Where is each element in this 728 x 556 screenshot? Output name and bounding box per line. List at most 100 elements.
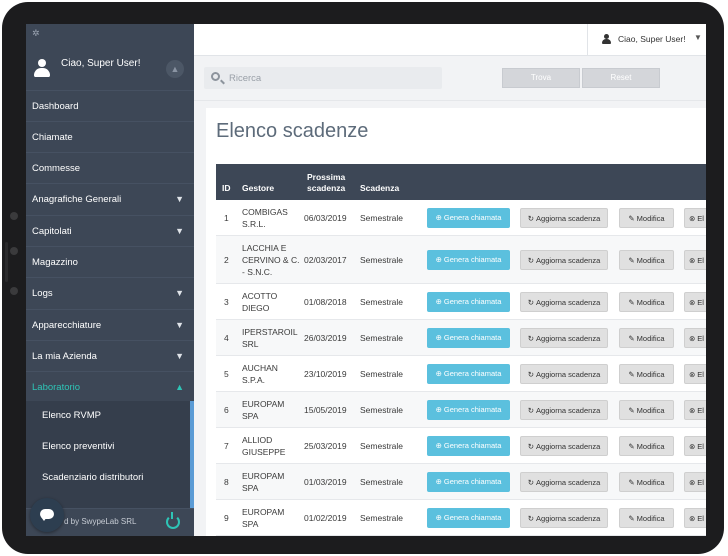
sidebar-item-anagrafiche-generali[interactable]: Anagrafiche Generali ▼ — [26, 183, 194, 214]
refresh-icon: ↻ — [527, 214, 535, 223]
generate-call-button[interactable]: ⊕ Genera chiamata — [427, 328, 510, 348]
sidebar-item-logs[interactable]: Logs ▼ — [26, 277, 194, 308]
sidebar-item-commesse[interactable]: Commesse — [26, 152, 194, 183]
generate-call-button-label: Genera chiamata — [443, 513, 502, 522]
sidebar-item-apparecchiature[interactable]: Apparecchiature ▼ — [26, 309, 194, 340]
chevron-down-icon: ▼ — [175, 351, 184, 361]
edit-button[interactable]: ✎ Modifica — [619, 400, 674, 420]
sidebar-item-label: Commesse — [32, 163, 81, 174]
sidebar-item-elenco-rvmp[interactable]: Elenco RVMP — [26, 401, 194, 431]
camera-dot — [10, 247, 18, 255]
edit-button[interactable]: ✎ Modifica — [619, 364, 674, 384]
generate-call-button[interactable]: ⊕ Genera chiamata — [427, 208, 510, 228]
delete-button[interactable]: ⊗ El — [684, 400, 706, 420]
table-header: ID Gestore Prossima scadenza Scadenza — [216, 164, 706, 200]
power-icon[interactable] — [166, 512, 180, 529]
delete-button[interactable]: ⊗ El — [684, 208, 706, 228]
edit-button[interactable]: ✎ Modifica — [619, 508, 674, 528]
update-deadline-button[interactable]: ↻ Aggiorna scadenza — [520, 508, 608, 528]
edit-button[interactable]: ✎ Modifica — [619, 208, 674, 228]
find-button[interactable]: Trova — [502, 68, 580, 88]
delete-button[interactable]: ⊗ El — [684, 472, 706, 492]
cell-id: 1 — [224, 213, 229, 223]
update-deadline-button[interactable]: ↻ Aggiorna scadenza — [520, 364, 608, 384]
edit-button[interactable]: ✎ Modifica — [619, 472, 674, 492]
generate-call-button[interactable]: ⊕ Genera chiamata — [427, 508, 510, 528]
update-deadline-button[interactable]: ↻ Aggiorna scadenza — [520, 328, 608, 348]
sidebar-greeting: Ciao, Super User! — [61, 58, 141, 69]
update-deadline-button-label: Aggiorna scadenza — [536, 514, 601, 523]
update-deadline-button[interactable]: ↻ Aggiorna scadenza — [520, 250, 608, 270]
cell-id: 6 — [224, 405, 229, 415]
sidebar-item-magazzino[interactable]: Magazzino — [26, 246, 194, 277]
generate-call-button[interactable]: ⊕ Genera chiamata — [427, 436, 510, 456]
chevron-down-icon: ▼ — [694, 33, 702, 42]
update-deadline-button[interactable]: ↻ Aggiorna scadenza — [520, 436, 608, 456]
cell-prossima-scadenza: 01/03/2019 — [304, 477, 347, 487]
generate-call-button[interactable]: ⊕ Genera chiamata — [427, 364, 510, 384]
sidebar-scrollbar[interactable] — [190, 401, 194, 508]
cell-gestore: ALLIOD GIUSEPPE — [242, 435, 286, 457]
update-deadline-button[interactable]: ↻ Aggiorna scadenza — [520, 472, 608, 492]
update-deadline-button[interactable]: ↻ Aggiorna scadenza — [520, 400, 608, 420]
delete-button[interactable]: ⊗ El — [684, 364, 706, 384]
sidebar-item-laboratorio[interactable]: Laboratorio ▲ — [26, 371, 194, 402]
cell-scadenza: Semestrale — [360, 213, 403, 223]
sidebar-item-label: Apparecchiature — [32, 320, 102, 331]
bell-icon[interactable]: ▲ — [166, 60, 184, 78]
delete-button-label: El — [697, 256, 704, 265]
delete-button[interactable]: ⊗ El — [684, 436, 706, 456]
delete-button[interactable]: ⊗ El — [684, 250, 706, 270]
update-deadline-button-label: Aggiorna scadenza — [536, 334, 601, 343]
update-deadline-button[interactable]: ↻ Aggiorna scadenza — [520, 208, 608, 228]
sidebar-item-scadenziario-distributori[interactable]: Scadenziario distributori — [26, 463, 194, 493]
edit-button[interactable]: ✎ Modifica — [619, 436, 674, 456]
chevron-down-icon: ▼ — [175, 226, 184, 236]
camera-dot — [10, 287, 18, 295]
generate-call-button[interactable]: ⊕ Genera chiamata — [427, 472, 510, 492]
sidebar-item-capitolati[interactable]: Capitolati ▼ — [26, 215, 194, 246]
refresh-icon: ↻ — [527, 334, 535, 343]
edit-button-label: Modifica — [636, 478, 665, 487]
side-sensor — [5, 242, 8, 282]
user-icon — [33, 59, 51, 77]
edit-button[interactable]: ✎ Modifica — [619, 250, 674, 270]
sidebar-item-label: Magazzino — [32, 257, 78, 268]
edit-icon: ✎ — [628, 370, 635, 379]
sidebar-item-dashboard[interactable]: Dashboard — [26, 90, 194, 121]
delete-button-label: El — [697, 406, 704, 415]
main-panel: Elenco scadenze ID Gestore Prossima scad… — [206, 108, 706, 536]
cell-prossima-scadenza: 02/03/2017 — [304, 255, 347, 265]
user-menu[interactable]: Ciao, Super User! ▼ — [587, 24, 706, 56]
cell-scadenza: Semestrale — [360, 333, 403, 343]
delete-button[interactable]: ⊗ El — [684, 508, 706, 528]
column-header-scadenza: Scadenza — [360, 183, 400, 193]
sidebar-item-la-mia-azienda[interactable]: La mia Azienda ▼ — [26, 340, 194, 371]
generate-call-button[interactable]: ⊕ Genera chiamata — [427, 292, 510, 312]
generate-call-button[interactable]: ⊕ Genera chiamata — [427, 250, 510, 270]
cell-scadenza: Semestrale — [360, 405, 403, 415]
edit-button[interactable]: ✎ Modifica — [619, 292, 674, 312]
delete-button[interactable]: ⊗ El — [684, 292, 706, 312]
search-field — [204, 67, 442, 89]
sidebar-item-chiamate[interactable]: Chiamate — [26, 121, 194, 152]
edit-icon: ✎ — [628, 514, 635, 523]
generate-call-button-label: Genera chiamata — [443, 333, 502, 342]
cell-gestore: IPERSTAROIL SRL — [242, 327, 298, 349]
user-icon — [602, 34, 612, 44]
chat-icon[interactable] — [30, 498, 64, 532]
cell-gestore: COMBIGAS S.R.L. — [242, 207, 288, 229]
edit-button[interactable]: ✎ Modifica — [619, 328, 674, 348]
search-input[interactable] — [229, 67, 434, 89]
cell-scadenza: Semestrale — [360, 477, 403, 487]
times-circle-icon: ⊗ — [689, 370, 696, 379]
column-header-gestore: Gestore — [242, 183, 275, 193]
delete-button-label: El — [697, 370, 704, 379]
sidebar-item-elenco-preventivi[interactable]: Elenco preventivi — [26, 432, 194, 462]
edit-button-label: Modifica — [636, 334, 665, 343]
delete-button[interactable]: ⊗ El — [684, 328, 706, 348]
reset-button[interactable]: Reset — [582, 68, 660, 88]
plus-circle-icon: ⊕ — [435, 513, 442, 522]
update-deadline-button[interactable]: ↻ Aggiorna scadenza — [520, 292, 608, 312]
generate-call-button[interactable]: ⊕ Genera chiamata — [427, 400, 510, 420]
